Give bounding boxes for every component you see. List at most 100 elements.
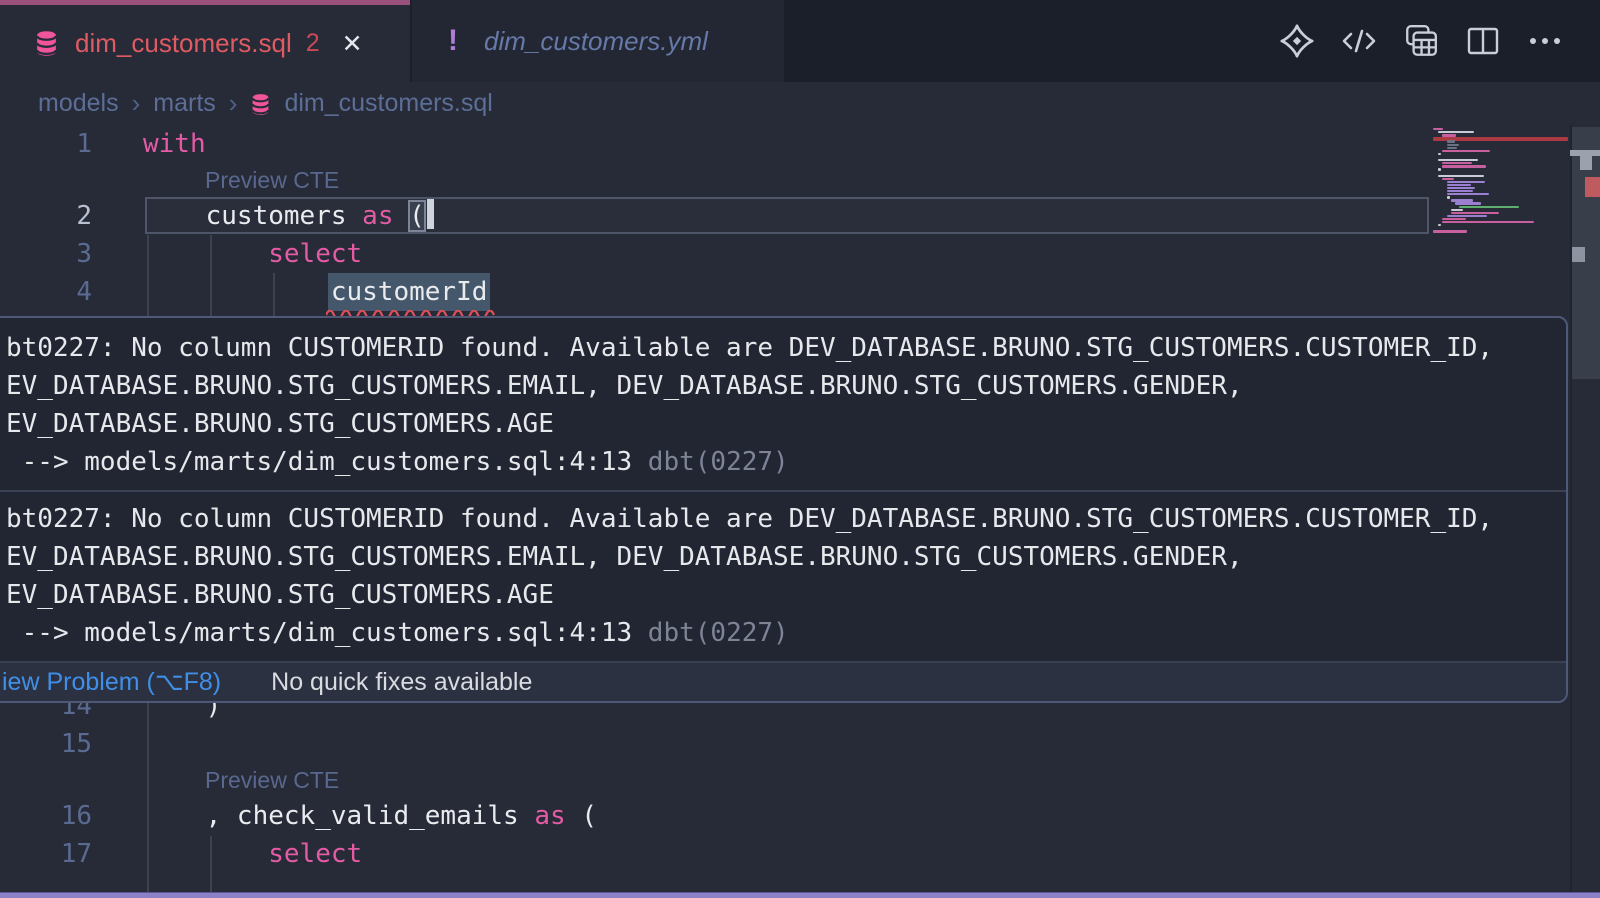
code-line-2[interactable]: 2 customers as ( — [0, 197, 1432, 235]
tab-dim-customers-yml[interactable]: ! dim_customers.yml — [412, 0, 784, 82]
vscode-editor-window: { "tabs": [ {"label": "dim_customers.sql… — [0, 0, 1600, 898]
code-text: with — [143, 125, 206, 163]
code-line-1[interactable]: 1 with — [0, 125, 1432, 163]
close-tab-icon[interactable]: ✕ — [342, 29, 363, 59]
line-number: 1 — [28, 125, 92, 163]
minimap-code-line — [1433, 230, 1467, 232]
minimap-code-line — [1447, 187, 1475, 189]
error-message-block: bt0227: No column CUSTOMERID found. Avai… — [0, 492, 1566, 663]
minimap[interactable] — [1433, 128, 1569, 243]
breadcrumb-models[interactable]: models — [38, 89, 119, 118]
line-number: 4 — [28, 273, 92, 311]
error-hover-popup: bt0227: No column CUSTOMERID found. Avai… — [0, 316, 1568, 703]
minimap-code-line — [1447, 196, 1450, 198]
line-number: 2 — [28, 197, 92, 235]
code-line-3[interactable]: 3 select — [0, 235, 1432, 273]
tab-label: dim_customers.sql — [75, 28, 292, 59]
minimap-code-line — [1438, 168, 1441, 170]
breadcrumb-file[interactable]: dim_customers.sql — [284, 89, 492, 118]
tab-label: dim_customers.yml — [484, 26, 708, 57]
minimap-code-line — [1447, 190, 1473, 192]
code-line-16[interactable]: 16 , check_valid_emails as ( — [0, 797, 1432, 835]
minimap-code-line — [1447, 215, 1487, 217]
error-location-line: --> models/marts/dim_customers.sql:4:13 … — [6, 443, 1550, 481]
error-message-line: bt0227: No column CUSTOMERID found. Avai… — [6, 329, 1550, 367]
editor-actions — [1276, 0, 1600, 82]
minimap-code-line — [1442, 221, 1534, 223]
error-token-customerid: customerId — [328, 273, 491, 311]
breadcrumb: models › marts › dim_customers.sql — [0, 82, 1600, 125]
minimap-code-line — [1459, 206, 1519, 208]
error-message-line: EV_DATABASE.BRUNO.STG_CUSTOMERS.AGE — [6, 405, 1550, 443]
minimap-code-line — [1447, 193, 1489, 195]
minimap-code-line — [1442, 150, 1490, 152]
minimap-code-line — [1451, 199, 1473, 201]
line-number: 15 — [28, 725, 92, 763]
minimap-code-line — [1438, 175, 1484, 177]
line-number: 3 — [28, 235, 92, 273]
code-text: customers as ( — [143, 197, 434, 235]
minimap-code-line — [1442, 134, 1456, 136]
dirty-count-badge: 2 — [306, 29, 320, 58]
split-editor-icon[interactable] — [1462, 20, 1504, 62]
minimap-code-line — [1438, 224, 1441, 226]
chevron-right-icon: › — [229, 88, 238, 119]
overview-ruler-highlight-mark — [1572, 247, 1585, 262]
dbt-icon[interactable] — [1276, 20, 1318, 62]
minimap-code-line — [1451, 209, 1463, 211]
warning-exclamation-icon: ! — [448, 24, 458, 58]
database-icon — [250, 93, 271, 116]
code-text: , check_valid_emails as ( — [143, 797, 597, 835]
overview-ruler-error-mark — [1585, 177, 1600, 197]
breadcrumb-marts[interactable]: marts — [153, 89, 216, 118]
minimap-code-line — [1438, 159, 1478, 161]
line-number: 16 — [28, 797, 92, 835]
bottom-accent-bar — [0, 892, 1600, 898]
minimap-code-line — [1447, 184, 1471, 186]
minimap-code-line — [1442, 178, 1454, 180]
compile-code-icon[interactable] — [1338, 20, 1380, 62]
minimap-code-line — [1447, 181, 1485, 183]
code-line-4[interactable]: 4 customerId — [0, 273, 1432, 311]
code-text: customerId — [143, 273, 487, 311]
chevron-right-icon: › — [132, 88, 141, 119]
database-icon — [34, 30, 59, 57]
code-text: select — [143, 835, 362, 873]
tab-dim-customers-sql[interactable]: dim_customers.sql 2 ✕ — [0, 0, 410, 82]
code-editor[interactable]: 1withPreview CTE2 customers as (3 select… — [0, 125, 1600, 898]
error-message-block: bt0227: No column CUSTOMERID found. Avai… — [0, 318, 1566, 492]
code-line-17[interactable]: 17 select — [0, 835, 1432, 873]
error-code[interactable]: dbt(0227) — [648, 618, 789, 648]
overview-ruler-cursor-mark — [1580, 156, 1592, 170]
minimap-code-line — [1442, 162, 1472, 164]
text-cursor — [427, 199, 434, 229]
codelens-preview-cte[interactable]: Preview CTE — [205, 163, 339, 197]
minimap-code-line — [1438, 153, 1441, 155]
codelens-preview-cte[interactable]: Preview CTE — [205, 763, 339, 797]
more-actions-icon[interactable] — [1524, 20, 1566, 62]
minimap-code-line — [1451, 212, 1499, 214]
minimap-code-line — [1438, 131, 1474, 133]
minimap-code-line — [1447, 140, 1455, 142]
error-message-line: bt0227: No column CUSTOMERID found. Avai… — [6, 500, 1550, 538]
view-problem-link[interactable]: iew Problem (⌥F8) — [2, 667, 221, 697]
line-number: 17 — [28, 835, 92, 873]
error-location: --> models/marts/dim_customers.sql:4:13 — [6, 447, 648, 477]
error-message-line: EV_DATABASE.BRUNO.STG_CUSTOMERS.AGE — [6, 576, 1550, 614]
minimap-code-line — [1447, 147, 1457, 149]
error-location: --> models/marts/dim_customers.sql:4:13 — [6, 618, 648, 648]
error-message-line: EV_DATABASE.BRUNO.STG_CUSTOMERS.EMAIL, D… — [6, 538, 1550, 576]
error-message-line: EV_DATABASE.BRUNO.STG_CUSTOMERS.EMAIL, D… — [6, 367, 1550, 405]
preview-query-results-icon[interactable] — [1400, 20, 1442, 62]
minimap-code-line — [1442, 165, 1486, 167]
tab-bar: dim_customers.sql 2 ✕ ! dim_customers.ym… — [0, 0, 1600, 82]
code-line-15[interactable]: 15 — [0, 725, 1432, 763]
minimap-code-line — [1442, 218, 1466, 220]
minimap-code-line — [1447, 144, 1459, 146]
no-quick-fixes-text: No quick fixes available — [271, 668, 532, 697]
minimap-code-line — [1433, 128, 1443, 130]
hover-status-bar: iew Problem (⌥F8) No quick fixes availab… — [0, 663, 1566, 701]
code-text: select — [143, 235, 362, 273]
minimap-code-line — [1455, 202, 1481, 204]
error-code[interactable]: dbt(0227) — [648, 447, 789, 477]
